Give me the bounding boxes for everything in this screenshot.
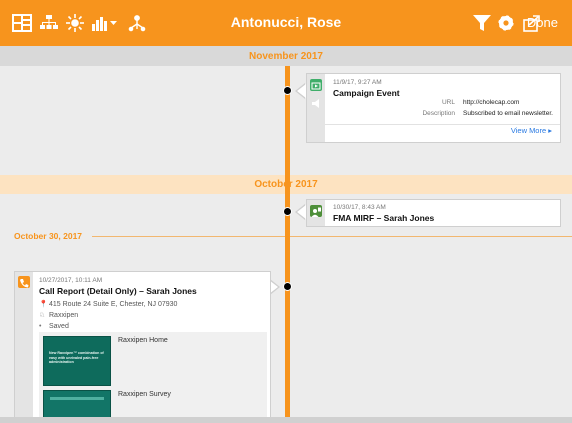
- event-title: FMA MIRF – Sarah Jones: [333, 213, 435, 223]
- slide-label[interactable]: Raxxipen Home: [118, 337, 168, 344]
- date-divider-line: [92, 236, 572, 237]
- card-pointer-fill: [297, 84, 306, 98]
- timeline-spine: [285, 66, 290, 423]
- person-icon: ♘: [39, 312, 46, 319]
- fma-mirf-card[interactable]: 10/30/17, 8:43 AM FMA MIRF – Sarah Jones: [306, 199, 561, 227]
- slide-label[interactable]: Raxxipen Survey: [118, 391, 171, 398]
- top-bar: Antonucci, Rose Done: [0, 0, 572, 46]
- filter-icon[interactable]: [473, 12, 491, 34]
- status-dot-icon: •: [39, 323, 42, 330]
- person-document-icon: [310, 205, 322, 217]
- description-row: Description Subscribed to email newslette…: [422, 110, 553, 117]
- campaign-event-card[interactable]: 11/9/17, 9:27 AM Campaign Event URL http:…: [306, 73, 561, 143]
- status-row: • Saved: [39, 323, 69, 330]
- megaphone-icon: [311, 95, 321, 113]
- location-pin-icon: 📍: [39, 301, 48, 308]
- campaign-event-icon: [310, 79, 322, 91]
- timeline-dot: [283, 207, 292, 216]
- address-row: 📍415 Route 24 Suite E, Chester, NJ 07930: [39, 301, 178, 308]
- done-button[interactable]: Done: [527, 15, 558, 30]
- view-more-link[interactable]: View More ▸: [511, 126, 552, 135]
- month-band-november: November 2017: [0, 46, 572, 66]
- event-timestamp: 10/27/2017, 10:11 AM: [39, 277, 103, 284]
- event-title: Campaign Event: [333, 88, 400, 98]
- card-pointer-fill: [297, 205, 306, 219]
- call-report-icon: [18, 276, 30, 288]
- call-report-card[interactable]: 10/27/2017, 10:11 AM Call Report (Detail…: [14, 271, 271, 423]
- timeline-dot: [283, 282, 292, 291]
- url-value[interactable]: http://cholecap.com: [463, 99, 519, 106]
- event-timestamp: 11/9/17, 9:27 AM: [333, 79, 382, 86]
- url-row: URL http://cholecap.com: [441, 99, 520, 106]
- date-divider-label: October 30, 2017: [14, 231, 83, 241]
- event-timestamp: 10/30/17, 8:43 AM: [333, 204, 386, 211]
- key-messages-panel: New Raxxipen™ combination of easy with u…: [39, 332, 267, 423]
- product-row: ♘ Raxxipen: [39, 312, 79, 319]
- timeline-dot: [283, 86, 292, 95]
- gear-icon[interactable]: [497, 12, 515, 34]
- event-title: Call Report (Detail Only) – Sarah Jones: [39, 286, 197, 296]
- bottom-scroll-area: [0, 417, 572, 423]
- slide-thumbnail[interactable]: New Raxxipen™ combination of easy with u…: [43, 336, 111, 386]
